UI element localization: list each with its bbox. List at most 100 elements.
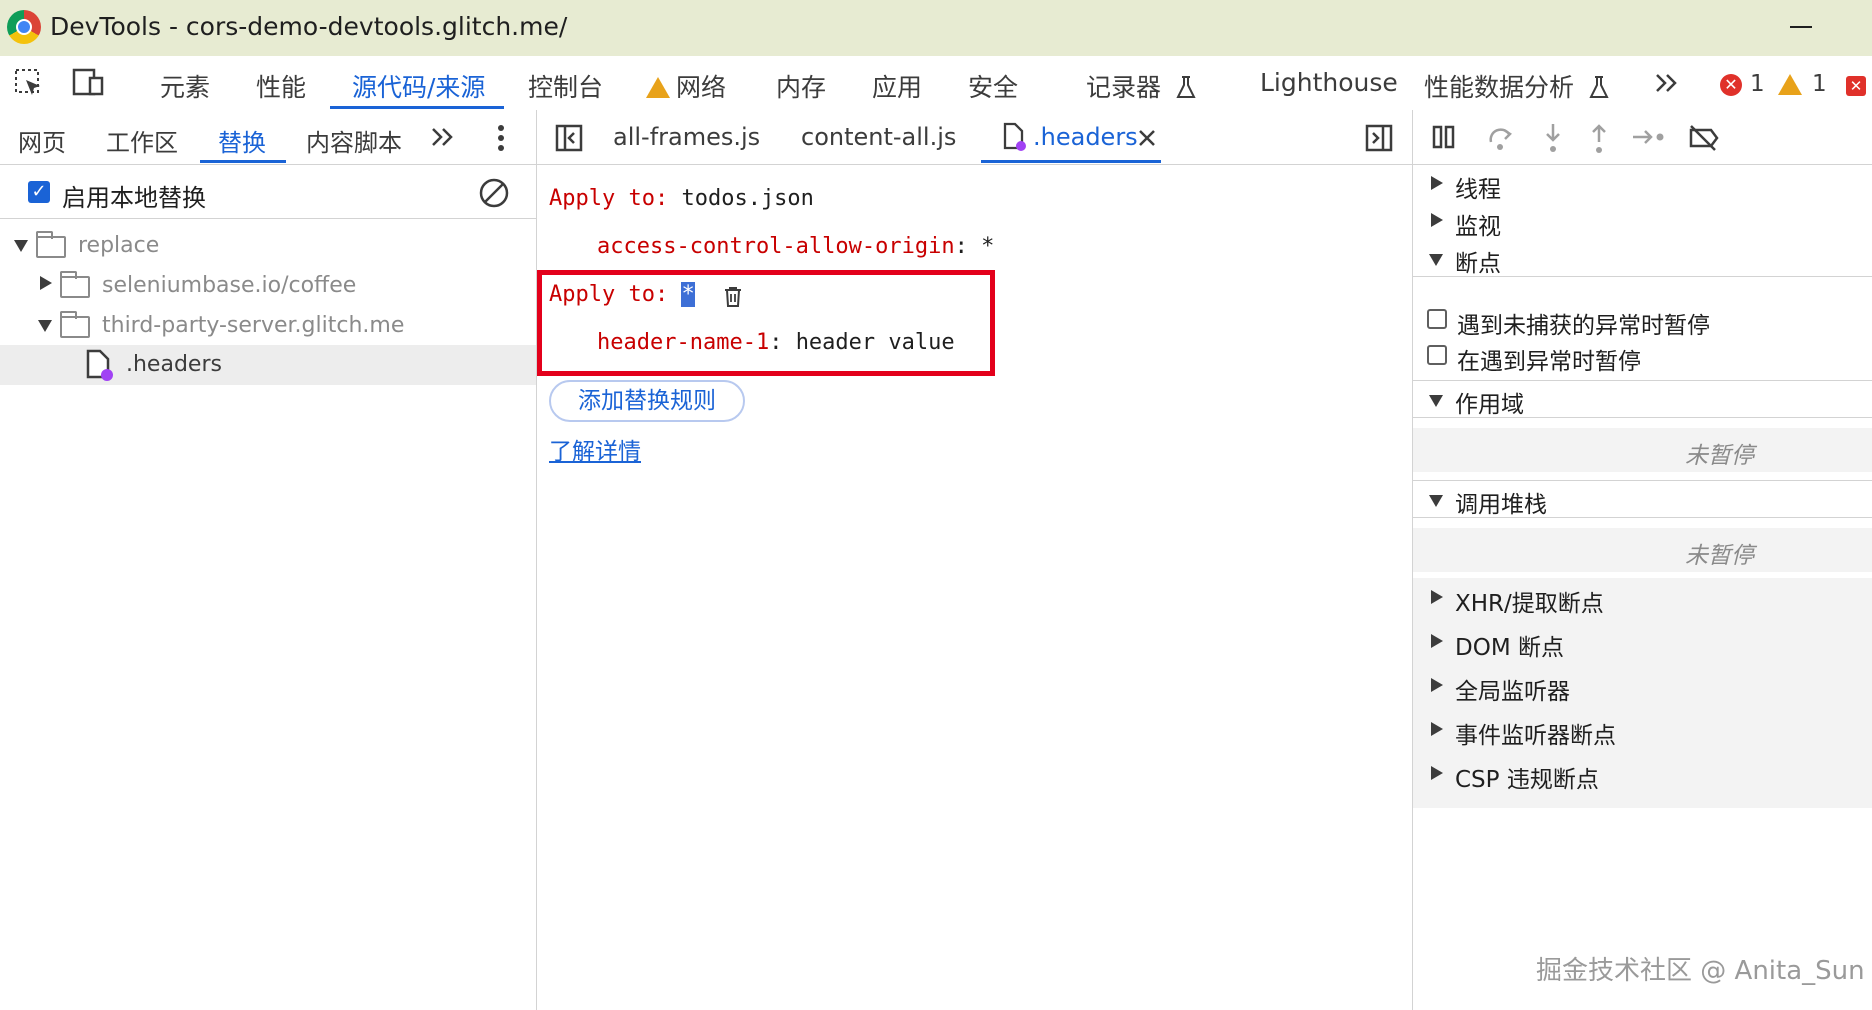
tab-memory[interactable]: 内存 [776,68,826,104]
section-csp-breakpoints[interactable]: CSP 违规断点 [1413,756,1872,793]
section-event-listener-breakpoints[interactable]: 事件监听器断点 [1413,712,1872,749]
tab-recorder-label: 记录器 [1086,73,1162,102]
toggle-navigator-icon[interactable] [555,124,583,152]
pause-caught-checkbox[interactable] [1427,345,1447,365]
section-dom-breakpoints[interactable]: DOM 断点 [1413,624,1872,661]
collapse-arrow-icon [1431,766,1443,780]
enable-overrides-row: ✓ 启用本地替换 [0,165,536,219]
tree-folder-replace[interactable]: replace [0,226,536,266]
tab-recorder[interactable]: 记录器 [1086,68,1197,104]
collapse-arrow-icon[interactable] [40,276,52,290]
tab-sources[interactable]: 源代码/来源 [352,68,485,104]
warning-count[interactable]: 1 [1812,71,1827,97]
tab-console[interactable]: 控制台 [528,68,603,104]
folder-icon [60,311,90,338]
tab-lighthouse[interactable]: Lighthouse [1260,68,1398,97]
delete-rule-icon[interactable] [723,286,743,308]
step-over-icon[interactable] [1487,124,1515,152]
step-into-icon[interactable] [1543,122,1563,154]
step-icon[interactable] [1631,126,1667,148]
pause-caught-option[interactable]: 在遇到异常时暂停 [1427,342,1867,375]
tab-overrides[interactable]: 替换 [218,123,266,158]
kebab-menu-icon[interactable] [496,124,506,152]
header-line[interactable]: header-name-1: header value [597,330,955,355]
navigator-panel: 网页 工作区 替换 内容脚本 ✓ 启用本地替换 replace selenium… [0,110,537,1010]
collapse-arrow-icon [1431,176,1443,190]
section-label: DOM 断点 [1455,635,1564,661]
folder-icon [36,231,66,258]
callstack-not-paused: 未暂停 [1685,543,1754,569]
rule-apply-line[interactable]: Apply to: todos.json [549,186,814,211]
apply-to-value[interactable]: * [681,282,695,307]
tab-network[interactable]: 网络 [646,68,726,104]
editor-tab-headers[interactable]: .headers [1033,123,1138,151]
tab-application[interactable]: 应用 [872,68,922,104]
more-tabs-chevron-icon[interactable] [430,126,458,148]
expand-arrow-icon[interactable] [38,320,52,332]
warning-icon [646,77,670,98]
rule-apply-line[interactable]: Apply to: * [549,282,695,307]
close-tab-icon[interactable] [1137,128,1157,148]
deactivate-breakpoints-icon[interactable] [1687,124,1721,152]
section-label: 监视 [1455,214,1501,240]
pause-uncaught-checkbox[interactable] [1427,309,1447,329]
debugger-sidebar: 线程 监视 断点 遇到未捕获的异常时暂停 在遇到异常时暂停 作用域 未暂停 调用… [1413,110,1872,1010]
apply-to-value[interactable]: todos.json [681,186,813,211]
step-out-icon[interactable] [1589,122,1609,154]
header-value[interactable]: header value [796,330,955,355]
file-icon [86,349,113,381]
pause-icon[interactable] [1431,124,1457,150]
header-name[interactable]: access-control-allow-origin [597,234,955,259]
issues-icon[interactable]: ✕ [1846,76,1866,96]
pause-uncaught-option[interactable]: 遇到未捕获的异常时暂停 [1427,306,1867,339]
editor-tab-content-all[interactable]: content-all.js [801,123,956,151]
section-breakpoints[interactable]: 断点 [1413,240,1872,277]
header-name[interactable]: header-name-1 [597,330,769,355]
error-icon[interactable]: ✕ [1720,74,1742,96]
warning-count-icon[interactable] [1778,74,1808,97]
folder-icon [60,271,90,298]
editor-panel: all-frames.js content-all.js .headers Ap… [537,110,1413,1010]
section-global-listeners[interactable]: 全局监听器 [1413,668,1872,705]
tab-content-scripts[interactable]: 内容脚本 [306,123,402,158]
tab-elements[interactable]: 元素 [160,68,210,104]
editor-tabs: all-frames.js content-all.js .headers [537,110,1412,165]
section-scope[interactable]: 作用域 [1413,380,1872,418]
apply-to-keyword: Apply to [549,282,655,307]
enable-overrides-checkbox[interactable]: ✓ [28,181,50,203]
tab-security[interactable]: 安全 [968,68,1018,104]
error-count[interactable]: 1 [1750,71,1765,97]
add-override-rule-button[interactable]: 添加替换规则 [549,380,745,422]
toggle-debugger-icon[interactable] [1365,124,1393,152]
callstack-not-paused-row: 未暂停 [1413,528,1872,572]
clear-overrides-icon[interactable] [478,177,510,209]
header-value[interactable]: * [981,234,994,259]
debugger-toolbar [1413,110,1872,165]
section-threads[interactable]: 线程 [1413,166,1872,203]
tree-folder-seleniumbase[interactable]: seleniumbase.io/coffee [0,266,536,306]
section-call-stack[interactable]: 调用堆栈 [1413,480,1872,518]
section-watch[interactable]: 监视 [1413,203,1872,240]
expand-arrow-icon[interactable] [14,240,28,252]
tab-workspace[interactable]: 工作区 [106,123,178,158]
collapse-arrow-icon [1431,213,1443,227]
chrome-logo-icon [7,10,41,44]
section-xhr-breakpoints[interactable]: XHR/提取断点 [1413,580,1872,617]
tree-file-headers[interactable]: .headers [0,345,536,385]
more-tabs-chevron-icon[interactable] [1654,72,1682,94]
window-title: DevTools - cors-demo-devtools.glitch.me/ [50,12,568,41]
section-label: 调用堆栈 [1455,492,1547,518]
tab-page[interactable]: 网页 [18,123,66,158]
device-toolbar-icon[interactable] [72,68,106,98]
tab-performance[interactable]: 性能 [256,68,306,104]
editor-tab-all-frames[interactable]: all-frames.js [613,123,760,151]
inspect-element-icon[interactable] [14,68,44,98]
header-line[interactable]: access-control-allow-origin: * [597,234,994,259]
learn-more-link[interactable]: 了解详情 [549,432,641,466]
tree-label: replace [78,233,160,258]
section-label: 线程 [1455,177,1501,203]
minimize-button[interactable] [1790,26,1812,28]
active-tab-indicator [981,160,1161,163]
tab-performance-insights[interactable]: 性能数据分析 [1424,68,1610,104]
tree-folder-third-party[interactable]: third-party-server.glitch.me [0,306,536,346]
